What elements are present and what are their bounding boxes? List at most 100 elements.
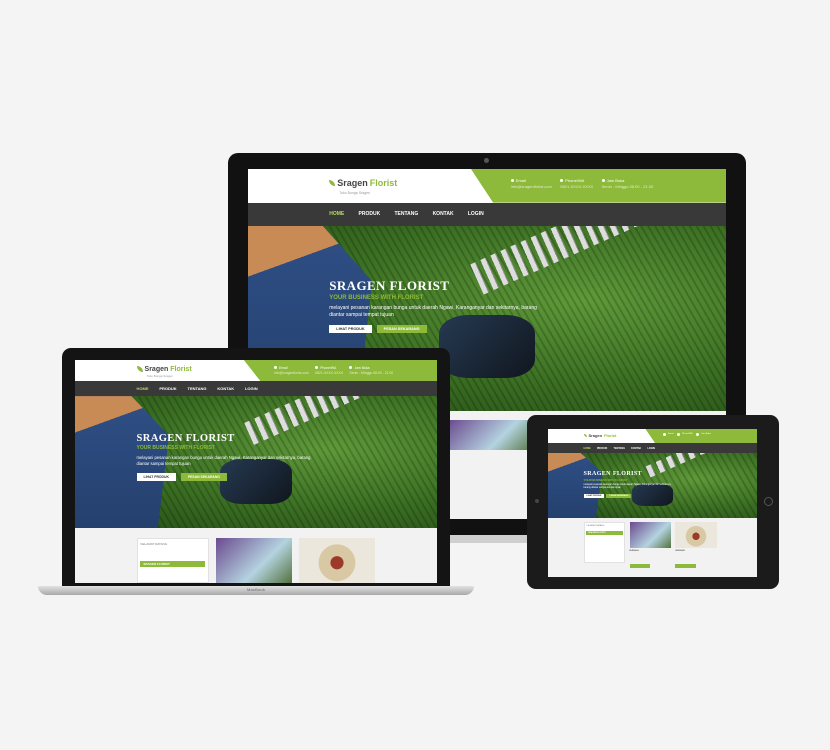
sidebar-green-label: SRAGEN FLORIST: [140, 561, 206, 568]
contact-value[interactable]: info@sragenflorist.com: [511, 184, 552, 189]
product-caption: BUNGA A: [629, 550, 639, 553]
content-area: KELAMAT DATANG SRAGEN FLORIST: [75, 527, 437, 583]
nav-item-tentang[interactable]: TENTANG: [188, 386, 207, 391]
nav-item-login[interactable]: LOGIN: [468, 211, 484, 217]
contact-value[interactable]: 0821-XXXX-XXXX: [560, 184, 593, 189]
sidebar-green-label: SRAGEN FLORIST: [586, 531, 623, 536]
contact-email: Email info@sragenflorist.com: [274, 366, 309, 375]
hero-title: SRAGEN FLORIST: [136, 432, 235, 444]
hero-description: melayani pesanan karangan bunga untuk da…: [583, 484, 672, 490]
nav-item-produk[interactable]: PRODUK: [359, 211, 381, 217]
order-now-button[interactable]: PESAN SEKARANG: [376, 324, 427, 333]
order-now-button[interactable]: PESAN SEKARANG: [180, 472, 227, 481]
nav-item-tentang[interactable]: TENTANG: [394, 211, 418, 217]
contact-email: Email: [662, 432, 673, 436]
product-image[interactable]: [448, 419, 535, 451]
email-icon: [274, 366, 278, 370]
contact-info: Email info@sragenflorist.com Phone/WA 08…: [274, 366, 433, 375]
product-image[interactable]: [675, 521, 718, 548]
nav-item-login[interactable]: LOGIN: [647, 447, 655, 450]
product-caption: BUNGA B: [675, 550, 685, 553]
contact-phone: Phone/WA 0821-XXXX-XXXX: [560, 178, 593, 189]
main-nav: HOME PRODUK TENTANG KONTAK LOGIN: [75, 381, 437, 397]
hero-content: SRAGEN FLORIST YOUR BUSINESS WITH FLORIS…: [583, 471, 674, 498]
website: Sragen Florist Toko Bunga Sragen Email i…: [75, 360, 437, 583]
phone-icon: [560, 179, 564, 183]
product-image[interactable]: [299, 537, 376, 583]
clock-icon: [601, 179, 605, 183]
logo-text-secondary: Florist: [170, 365, 192, 373]
contact-info: Email Phone/WA Jam Buka: [662, 432, 755, 436]
product-image[interactable]: [629, 521, 672, 548]
contact-label: Phone/WA: [565, 178, 585, 184]
product-image[interactable]: [216, 537, 293, 583]
contact-label: Jam Buka: [606, 178, 625, 184]
hero-banner: SRAGEN FLORIST YOUR BUSINESS WITH FLORIS…: [548, 452, 757, 519]
nav-item-home[interactable]: HOME: [329, 211, 344, 217]
device-mockup-stage: Sragen Florist Toko Bunga Sragen Email i…: [0, 0, 830, 750]
leaf-icon: [136, 366, 143, 373]
sidebar-widget: KELAMAT DATANG SRAGEN FLORIST: [136, 537, 209, 583]
hero-subtitle: YOUR BUSINESS WITH FLORIST: [136, 444, 215, 451]
product-order-button[interactable]: [675, 564, 697, 568]
hero-banner: SRAGEN FLORIST YOUR BUSINESS WITH FLORIS…: [75, 396, 437, 528]
view-products-button[interactable]: LIHAT PRODUK: [329, 324, 372, 333]
main-nav: HOME PRODUK TENTANG KONTAK LOGIN: [548, 443, 757, 453]
site-tagline: Toko Bunga Sragen: [146, 373, 173, 378]
hero-description: melayani pesanan karangan bunga untuk da…: [329, 304, 537, 318]
website: Sragen Florist Email Phone/WA Jam Buka H…: [548, 429, 757, 577]
contact-label: Phone/WA: [682, 433, 693, 436]
clock-icon: [696, 432, 700, 436]
product-order-button[interactable]: [629, 564, 651, 568]
nav-item-login[interactable]: LOGIN: [245, 386, 258, 391]
laptop-device: Sragen Florist Toko Bunga Sragen Email i…: [62, 348, 450, 586]
hero-title: SRAGEN FLORIST: [329, 277, 450, 293]
contact-value[interactable]: 0821-XXXX-XXXX: [315, 371, 343, 375]
nav-item-produk[interactable]: PRODUK: [597, 447, 607, 450]
site-logo[interactable]: Sragen Florist: [583, 432, 617, 438]
site-tagline: Toko Bunga Sragen: [339, 190, 370, 195]
hero-content: SRAGEN FLORIST YOUR BUSINESS WITH FLORIS…: [329, 278, 539, 333]
hero-buttons: LIHAT PRODUK PESAN SEKARANG: [136, 472, 317, 481]
view-products-button[interactable]: LIHAT PRODUK: [583, 493, 605, 498]
laptop-base: MacBook: [38, 586, 474, 595]
site-header: Sragen Florist Toko Bunga Sragen Email i…: [248, 169, 726, 203]
site-logo[interactable]: Sragen Florist: [136, 365, 192, 373]
nav-item-tentang[interactable]: TENTANG: [614, 447, 625, 450]
laptop-brand-label: MacBook: [246, 587, 266, 592]
nav-item-kontak[interactable]: KONTAK: [631, 447, 641, 450]
contact-label: Email: [279, 365, 288, 370]
nav-item-home[interactable]: HOME: [137, 386, 149, 391]
contact-hours: Jam Buka: [696, 432, 711, 436]
hero-title: SRAGEN FLORIST: [583, 471, 642, 478]
contact-value: Senin - Minggu 08.00 - 21.00: [349, 370, 394, 375]
nav-item-kontak[interactable]: KONTAK: [217, 386, 234, 391]
nav-item-kontak[interactable]: KONTAK: [433, 211, 454, 217]
hero-subtitle: YOUR BUSINESS WITH FLORIST: [329, 294, 424, 301]
nav-item-home[interactable]: HOME: [584, 447, 591, 450]
nav-item-produk[interactable]: PRODUK: [159, 386, 176, 391]
contact-phone: Phone/WA 0821-XXXX-XXXX: [315, 366, 343, 375]
logo-text-primary: Sragen: [144, 365, 169, 373]
hero-buttons: LIHAT PRODUK PESAN SEKARANG: [583, 493, 674, 498]
leaf-icon: [583, 433, 587, 437]
site-header: Sragen Florist Toko Bunga Sragen Email i…: [75, 360, 437, 382]
camera-icon: [535, 499, 539, 503]
view-products-button[interactable]: LIHAT PRODUK: [136, 472, 176, 481]
contact-label: Email: [515, 178, 526, 184]
tablet-device: Sragen Florist Email Phone/WA Jam Buka H…: [527, 415, 779, 589]
phone-icon: [315, 366, 319, 370]
main-nav: HOME PRODUK TENTANG KONTAK LOGIN: [248, 202, 726, 226]
leaf-icon: [329, 180, 336, 187]
logo-text-secondary: Florist: [604, 432, 617, 438]
contact-email: Email info@sragenflorist.com: [510, 178, 552, 189]
order-now-button[interactable]: PESAN SEKARANG: [606, 493, 632, 498]
content-area: KELAMAT DATANG SRAGEN FLORIST BUNGA A BU…: [548, 518, 757, 577]
logo-text-primary: Sragen: [588, 432, 603, 438]
email-icon: [510, 179, 514, 183]
site-header: Sragen Florist Email Phone/WA Jam Buka: [548, 429, 757, 444]
site-logo[interactable]: Sragen Florist: [329, 178, 397, 188]
home-button-icon: [764, 497, 773, 506]
contact-value[interactable]: info@sragenflorist.com: [274, 371, 309, 375]
contact-label: Phone/WA: [320, 365, 337, 370]
